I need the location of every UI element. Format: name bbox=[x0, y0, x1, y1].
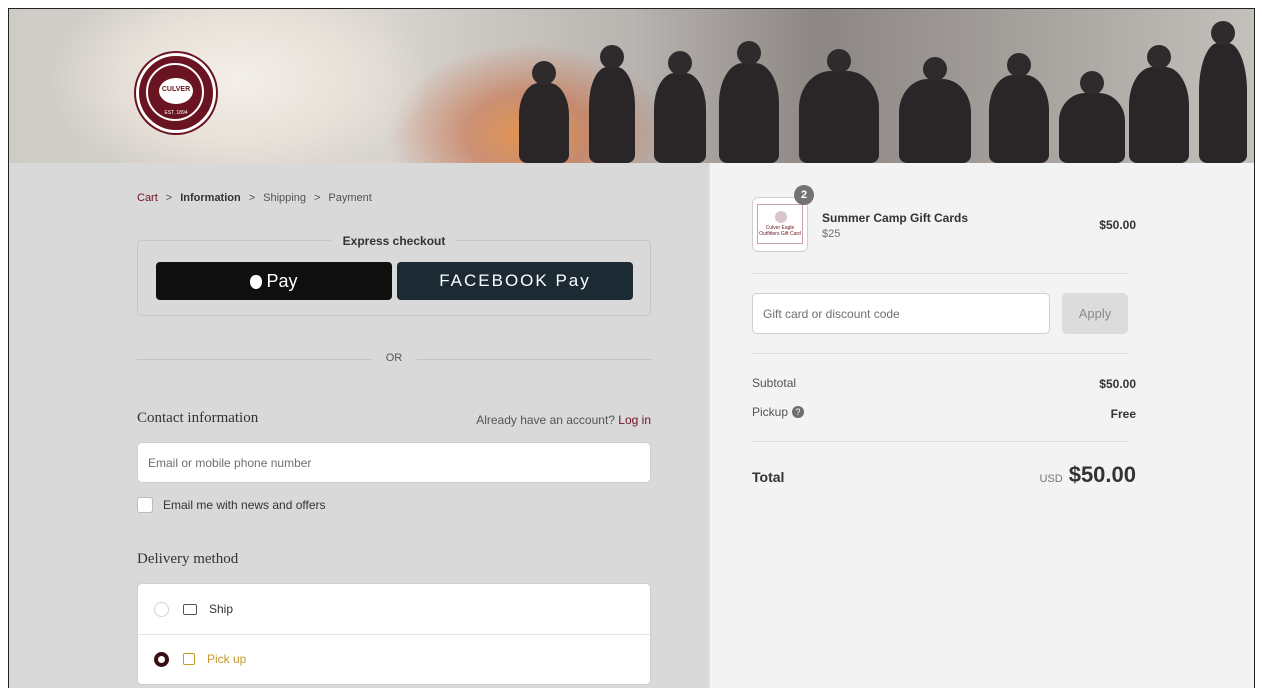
or-label: OR bbox=[385, 352, 403, 364]
quantity-badge: 2 bbox=[794, 185, 814, 205]
breadcrumb-cart[interactable]: Cart bbox=[137, 192, 158, 204]
delivery-option-ship[interactable]: Ship bbox=[138, 584, 650, 635]
breadcrumb-payment: Payment bbox=[328, 192, 372, 204]
total-label: Total bbox=[752, 469, 785, 485]
delivery-title: Delivery method bbox=[137, 551, 239, 567]
delivery-option-pickup[interactable]: Pick up bbox=[138, 634, 650, 684]
product-price: $50.00 bbox=[1099, 218, 1136, 232]
facebook-pay-button[interactable]: FACEBOOK Pay bbox=[397, 262, 633, 300]
currency-code: USD bbox=[1039, 473, 1063, 485]
order-summary: Culver Eagle Outfitters Gift Card 2 Summ… bbox=[709, 163, 1254, 688]
delivery-method-options: Ship Pick up bbox=[137, 583, 651, 685]
product-variant: $25 bbox=[822, 228, 841, 240]
breadcrumb-information: Information bbox=[180, 192, 241, 204]
ship-radio[interactable] bbox=[154, 601, 169, 617]
divider bbox=[752, 441, 1129, 442]
newsletter-label: Email me with news and offers bbox=[163, 498, 326, 512]
logo-word: CULVER bbox=[161, 86, 191, 93]
truck-icon bbox=[183, 603, 197, 615]
apple-pay-label: Pay bbox=[266, 270, 298, 291]
checkout-main: Cart > Information > Shipping > Payment Expres… bbox=[9, 163, 709, 688]
total-value: $50.00 bbox=[1068, 462, 1136, 487]
total-amount: USD $50.00 bbox=[1039, 462, 1136, 488]
breadcrumb: Cart > Information > Shipping > Payment bbox=[137, 192, 372, 204]
divider bbox=[752, 353, 1129, 354]
facebook-pay-label: FACEBOOK Pay bbox=[439, 271, 591, 290]
subtotal-label: Subtotal bbox=[752, 376, 797, 390]
product-thumbnail: Culver Eagle Outfitters Gift Card bbox=[752, 197, 808, 252]
breadcrumb-separator: > bbox=[313, 192, 321, 204]
subtotal-value: $50.00 bbox=[1099, 377, 1136, 391]
apply-button[interactable]: Apply bbox=[1062, 293, 1128, 334]
email-field[interactable]: Email or mobile phone number bbox=[137, 442, 651, 483]
express-checkout-title: Express checkout bbox=[330, 234, 458, 248]
culver-logo[interactable]: CULVER EST. 1894 bbox=[136, 53, 216, 133]
thumbnail-caption: Culver Eagle Outfitters Gift Card bbox=[759, 225, 801, 237]
express-checkout: Express checkout Pay FACEBOOK Pay bbox=[137, 234, 651, 316]
banner-photo bbox=[479, 21, 1254, 163]
divider bbox=[752, 273, 1129, 274]
pickup-row-label: Pickup? bbox=[752, 405, 805, 419]
apple-pay-button[interactable]: Pay bbox=[156, 262, 392, 300]
apple-icon bbox=[250, 275, 263, 289]
newsletter-checkbox[interactable] bbox=[137, 497, 153, 513]
logo-est: EST. 1894 bbox=[164, 110, 188, 116]
checkout-page: CULVER EST. 1894 Cart > Information > Shippi… bbox=[8, 8, 1255, 688]
newsletter-row: Email me with news and offers bbox=[137, 497, 326, 513]
store-icon bbox=[183, 653, 195, 665]
account-prompt-text: Already have an account? bbox=[476, 413, 615, 427]
email-placeholder: Email or mobile phone number bbox=[148, 455, 312, 470]
breadcrumb-shipping: Shipping bbox=[263, 192, 306, 204]
crest-icon bbox=[775, 211, 787, 223]
product-name: Summer Camp Gift Cards bbox=[822, 211, 969, 225]
breadcrumb-separator: > bbox=[165, 192, 173, 204]
or-divider: OR bbox=[137, 351, 651, 367]
breadcrumb-separator: > bbox=[248, 192, 256, 204]
ship-label: Ship bbox=[209, 602, 234, 616]
pickup-radio[interactable] bbox=[154, 651, 169, 667]
account-prompt: Already have an account? Log in bbox=[476, 413, 651, 427]
discount-placeholder: Gift card or discount code bbox=[763, 306, 900, 321]
pickup-cost-label: Pickup bbox=[752, 405, 789, 419]
question-icon[interactable]: ? bbox=[792, 406, 805, 418]
pickup-value: Free bbox=[1110, 407, 1136, 421]
login-link[interactable]: Log in bbox=[618, 413, 651, 427]
contact-title: Contact information bbox=[137, 410, 259, 426]
header-banner: CULVER EST. 1894 bbox=[9, 9, 1254, 163]
pickup-label: Pick up bbox=[207, 652, 247, 666]
discount-code-input[interactable]: Gift card or discount code bbox=[752, 293, 1050, 334]
